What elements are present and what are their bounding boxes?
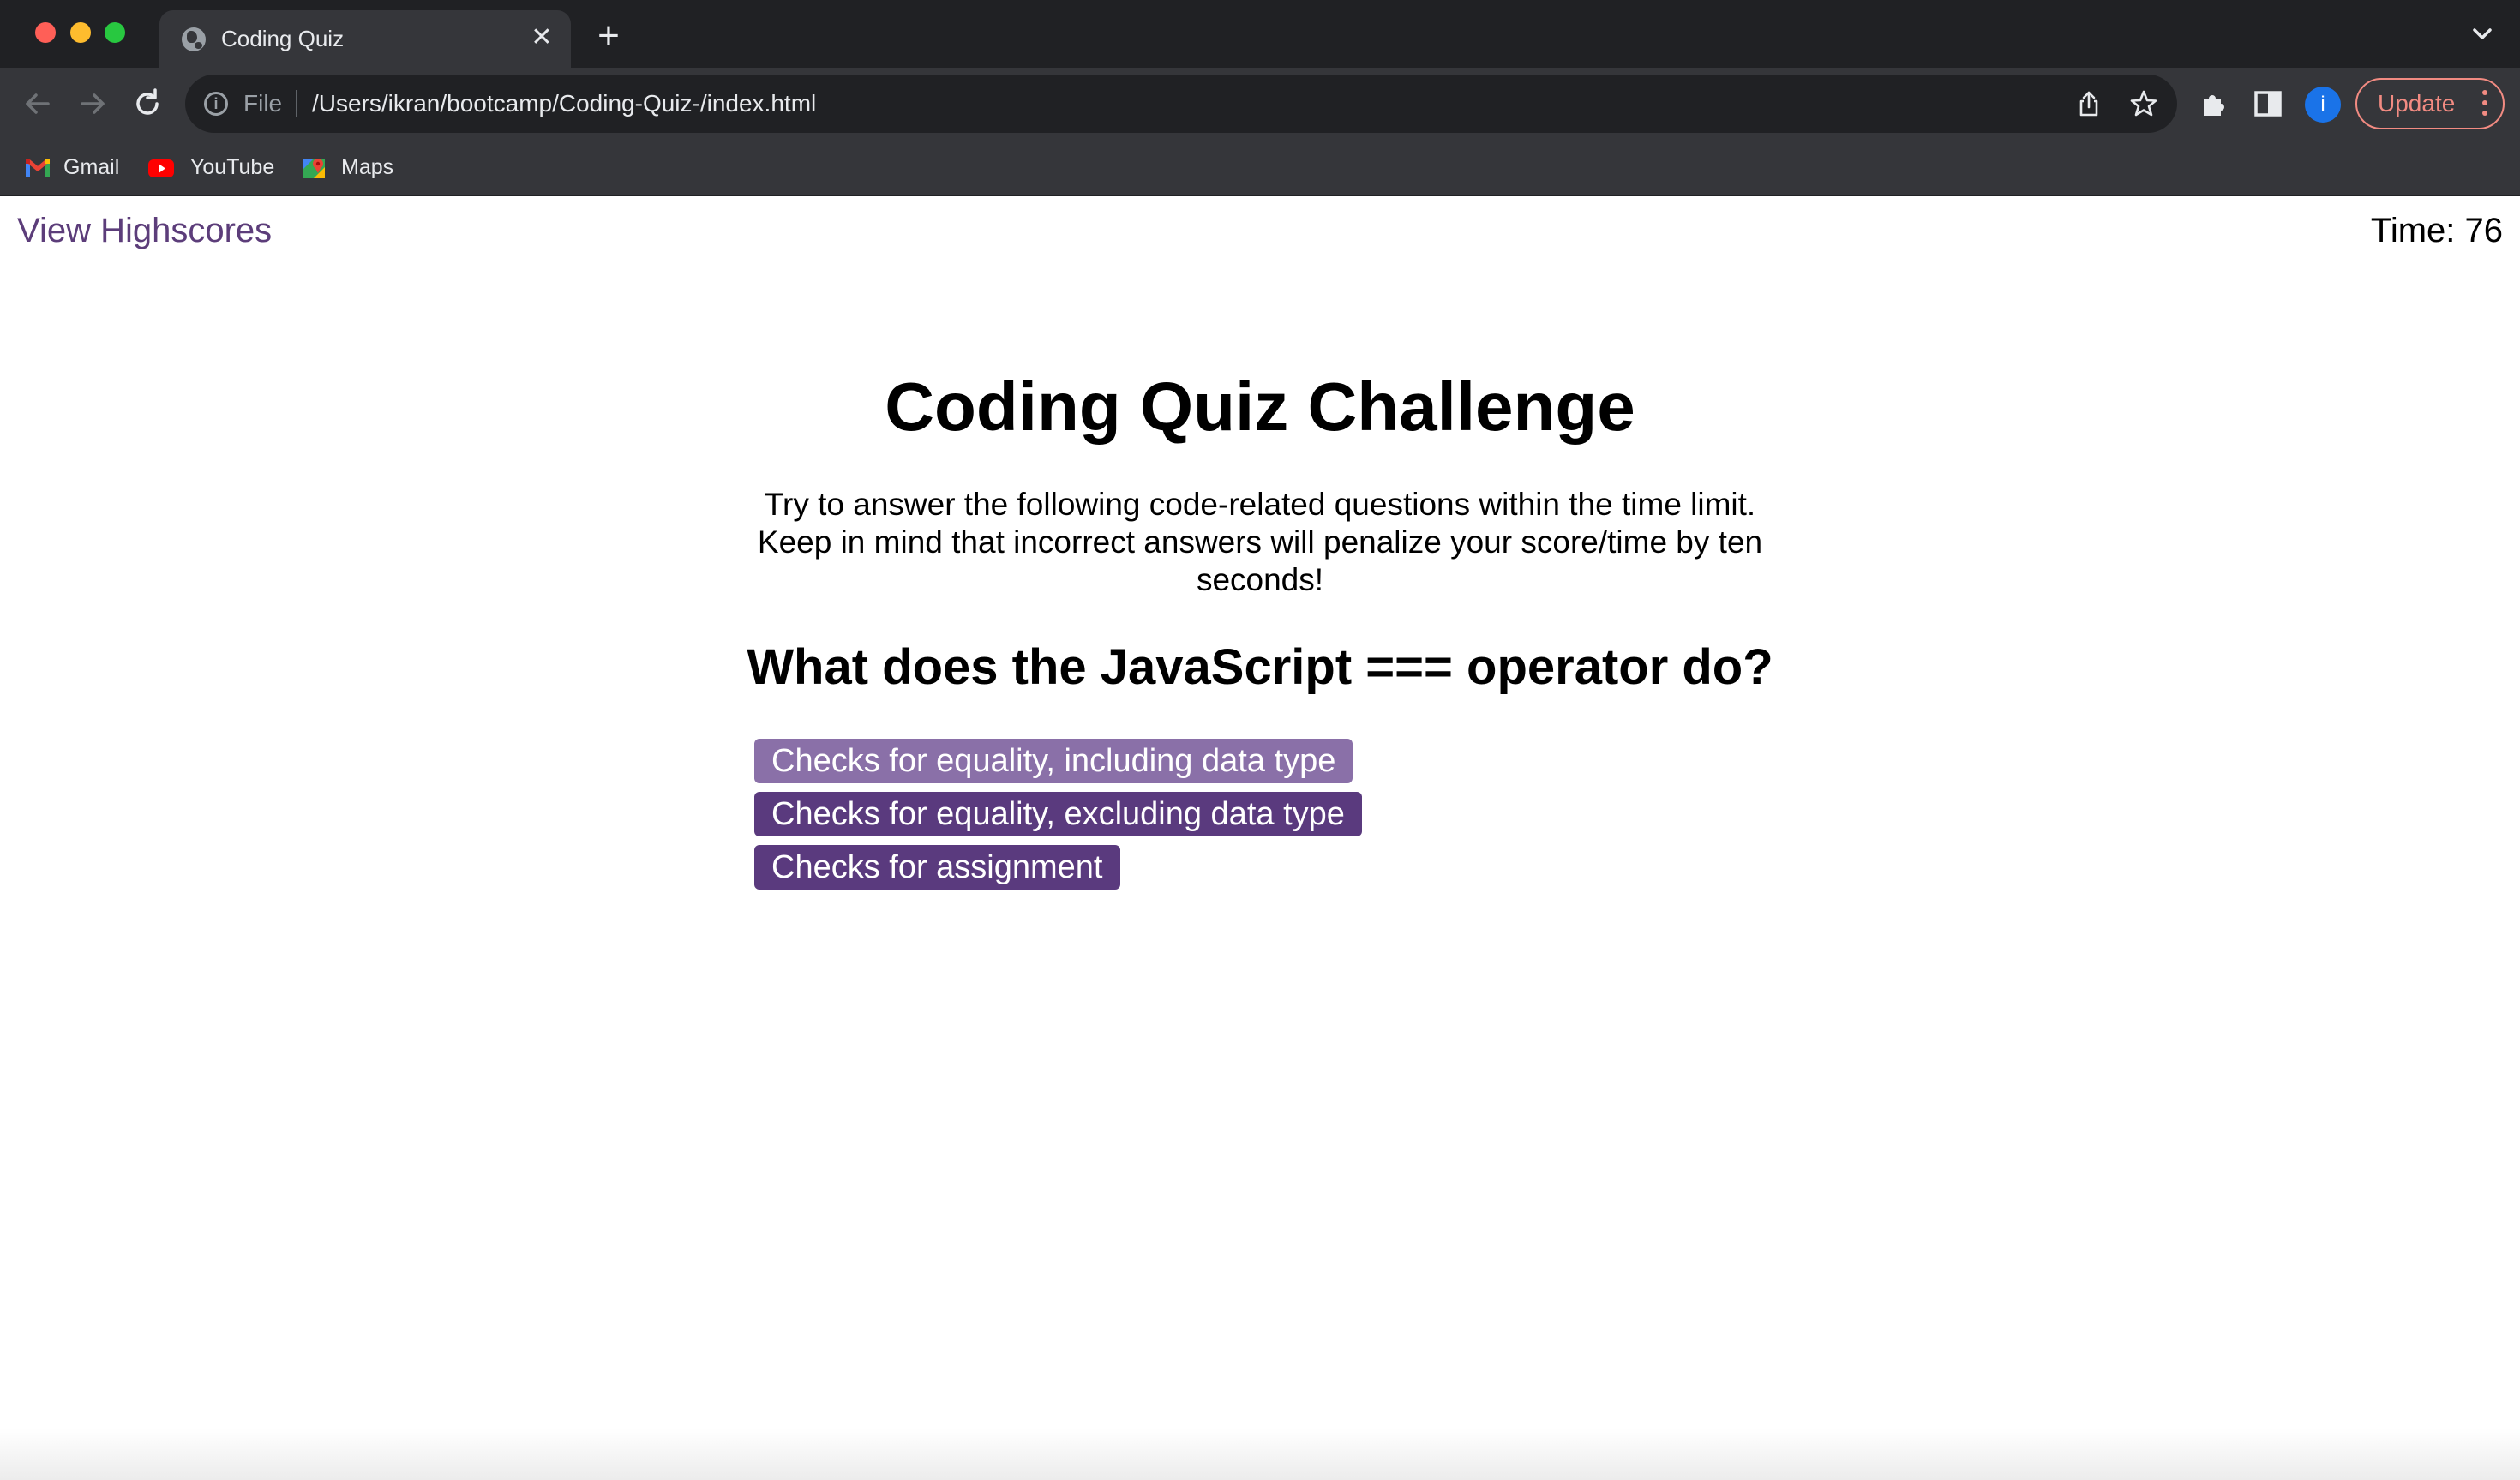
question-text: What does the JavaScript === operator do… xyxy=(747,639,1773,695)
bookmark-label: Gmail xyxy=(63,155,120,179)
update-button[interactable]: Update xyxy=(2355,78,2505,129)
tab-search-chevron-icon[interactable] xyxy=(2467,19,2498,50)
quiz-intro-text: Try to answer the following code-related… xyxy=(757,487,1763,597)
site-info-icon[interactable]: i xyxy=(204,92,228,116)
gmail-icon xyxy=(26,159,50,177)
address-divider xyxy=(296,90,297,117)
maps-icon xyxy=(303,159,325,178)
reload-icon[interactable] xyxy=(129,85,166,123)
view-highscores-link[interactable]: View Highscores xyxy=(17,212,272,250)
new-tab-button[interactable]: + xyxy=(590,17,627,55)
tab-title: Coding Quiz xyxy=(221,26,345,51)
maximize-window-button[interactable] xyxy=(105,22,125,43)
bookmark-gmail[interactable]: Gmail xyxy=(24,152,127,184)
answer-list: Checks for equality, including data type… xyxy=(754,739,1362,898)
bookmark-star-icon[interactable] xyxy=(2129,89,2158,118)
close-window-button[interactable] xyxy=(35,22,56,43)
answer-button-2[interactable]: Checks for equality, excluding data type xyxy=(754,792,1362,836)
address-bar[interactable]: i File /Users/ikran/bootcamp/Coding-Quiz… xyxy=(185,75,2177,133)
youtube-icon xyxy=(148,159,174,177)
minimize-window-button[interactable] xyxy=(70,22,91,43)
extensions-puzzle-icon[interactable] xyxy=(2197,87,2231,121)
globe-icon xyxy=(182,27,206,51)
share-icon[interactable] xyxy=(2074,89,2103,118)
close-tab-icon[interactable]: ✕ xyxy=(526,22,557,53)
side-panel-icon[interactable] xyxy=(2251,87,2285,121)
url-text[interactable]: /Users/ikran/bootcamp/Coding-Quiz-/index… xyxy=(312,90,816,117)
update-label: Update xyxy=(2378,90,2456,117)
answer-button-3[interactable]: Checks for assignment xyxy=(754,845,1120,890)
bookmark-maps[interactable]: Maps xyxy=(300,152,403,184)
forward-icon[interactable] xyxy=(74,85,111,123)
profile-avatar[interactable]: i xyxy=(2305,87,2341,123)
browser-chrome: Coding Quiz ✕ + i File /Users/ikran/boot… xyxy=(0,0,2520,196)
url-scheme-label: File xyxy=(243,90,283,117)
back-icon[interactable] xyxy=(19,85,57,123)
tab-coding-quiz[interactable]: Coding Quiz ✕ xyxy=(159,10,571,68)
more-menu-icon[interactable] xyxy=(2482,90,2487,117)
bookmark-label: YouTube xyxy=(190,155,275,179)
quiz-page: View Highscores Time: 76 Coding Quiz Cha… xyxy=(0,196,2520,1480)
bookmarks-bar: Gmail YouTube Maps xyxy=(0,141,2520,196)
bookmark-label: Maps xyxy=(341,155,394,179)
bookmark-youtube[interactable]: YouTube xyxy=(147,152,276,184)
timer-display: Time: 76 xyxy=(2370,212,2503,249)
window-bottom-edge xyxy=(0,1429,2520,1480)
tab-strip: Coding Quiz ✕ + xyxy=(0,0,2520,68)
page-title: Coding Quiz Challenge xyxy=(885,369,1635,445)
browser-toolbar: i File /Users/ikran/bootcamp/Coding-Quiz… xyxy=(0,68,2520,141)
answer-button-1[interactable]: Checks for equality, including data type xyxy=(754,739,1353,783)
